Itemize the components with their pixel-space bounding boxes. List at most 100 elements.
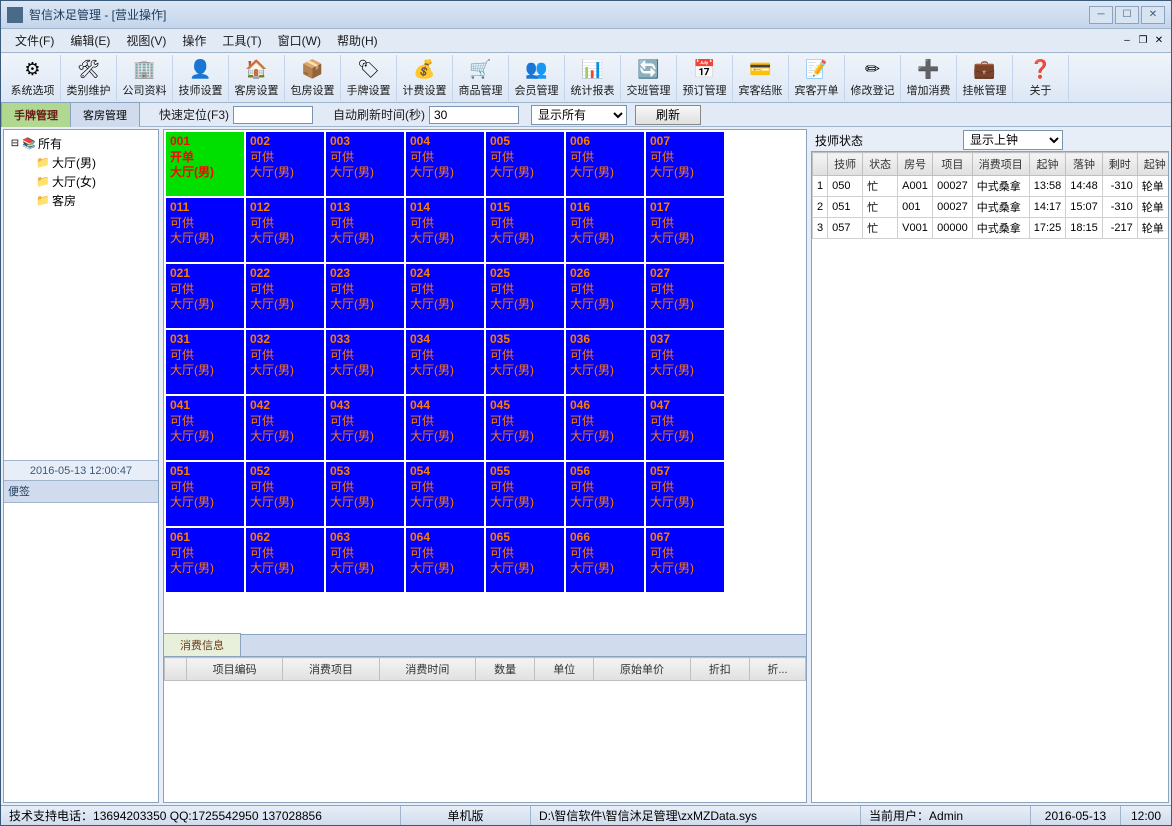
consume-col[interactable]: 原始单价 [594, 658, 690, 681]
tech-row[interactable]: 1050忙A00100027中式桑拿13:5814:48-310轮单 [813, 176, 1170, 197]
tech-row[interactable]: 2051忙00100027中式桑拿14:1715:07-310轮单 [813, 197, 1170, 218]
hand-card-024[interactable]: 024可供大厅(男) [406, 264, 484, 328]
tech-filter-select[interactable]: 显示上钟 [963, 130, 1063, 150]
menu-edit[interactable]: 编辑(E) [62, 30, 118, 51]
memo-area[interactable] [4, 502, 158, 802]
hand-card-001[interactable]: 001开单大厅(男) [166, 132, 244, 196]
toolbar-预订管理[interactable]: 📅预订管理 [677, 55, 733, 101]
toolbar-宾客开单[interactable]: 📝宾客开单 [789, 55, 845, 101]
refresh-button[interactable]: 刷新 [635, 105, 701, 125]
auto-refresh-input[interactable] [429, 106, 519, 124]
toolbar-商品管理[interactable]: 🛒商品管理 [453, 55, 509, 101]
consume-col[interactable]: 折扣 [690, 658, 749, 681]
menu-op[interactable]: 操作 [174, 30, 214, 51]
hand-card-051[interactable]: 051可供大厅(男) [166, 462, 244, 526]
toolbar-挂帐管理[interactable]: 💼挂帐管理 [957, 55, 1013, 101]
hand-card-026[interactable]: 026可供大厅(男) [566, 264, 644, 328]
hand-card-031[interactable]: 031可供大厅(男) [166, 330, 244, 394]
hand-card-027[interactable]: 027可供大厅(男) [646, 264, 724, 328]
hand-card-037[interactable]: 037可供大厅(男) [646, 330, 724, 394]
tab-room-manage[interactable]: 客房管理 [70, 102, 140, 127]
hand-card-053[interactable]: 053可供大厅(男) [326, 462, 404, 526]
tech-row[interactable]: 3057忙V00100000中式桑拿17:2518:15-217轮单 [813, 218, 1170, 239]
hand-card-004[interactable]: 004可供大厅(男) [406, 132, 484, 196]
consume-col[interactable]: 数量 [476, 658, 535, 681]
tree-root[interactable]: ⊟ 📚 所有 [8, 134, 154, 153]
hand-card-005[interactable]: 005可供大厅(男) [486, 132, 564, 196]
toolbar-关于[interactable]: ❓关于 [1013, 55, 1069, 101]
menu-tool[interactable]: 工具(T) [214, 30, 269, 51]
tech-col[interactable]: 状态 [863, 153, 898, 176]
hand-card-034[interactable]: 034可供大厅(男) [406, 330, 484, 394]
hand-card-002[interactable]: 002可供大厅(男) [246, 132, 324, 196]
card-grid-scroll[interactable]: 001开单大厅(男)002可供大厅(男)003可供大厅(男)004可供大厅(男)… [163, 129, 807, 635]
hand-card-022[interactable]: 022可供大厅(男) [246, 264, 324, 328]
hand-card-066[interactable]: 066可供大厅(男) [566, 528, 644, 592]
hand-card-006[interactable]: 006可供大厅(男) [566, 132, 644, 196]
hand-card-015[interactable]: 015可供大厅(男) [486, 198, 564, 262]
hand-card-013[interactable]: 013可供大厅(男) [326, 198, 404, 262]
tech-col[interactable]: 落钟 [1066, 153, 1103, 176]
consume-col[interactable]: 消费时间 [379, 658, 475, 681]
toolbar-交班管理[interactable]: 🔄交班管理 [621, 55, 677, 101]
toolbar-客房设置[interactable]: 🏠客房设置 [229, 55, 285, 101]
consume-col[interactable]: 单位 [535, 658, 594, 681]
hand-card-067[interactable]: 067可供大厅(男) [646, 528, 724, 592]
tech-col[interactable]: 起钟 [1137, 153, 1169, 176]
toolbar-技师设置[interactable]: 👤技师设置 [173, 55, 229, 101]
toolbar-包房设置[interactable]: 📦包房设置 [285, 55, 341, 101]
hand-card-023[interactable]: 023可供大厅(男) [326, 264, 404, 328]
consume-col[interactable]: 消费项目 [283, 658, 379, 681]
mdi-close-button[interactable]: ✕ [1151, 34, 1167, 48]
menu-view[interactable]: 视图(V) [118, 30, 174, 51]
tree-item[interactable]: 📁客房 [8, 191, 154, 210]
hand-card-052[interactable]: 052可供大厅(男) [246, 462, 324, 526]
hand-card-042[interactable]: 042可供大厅(男) [246, 396, 324, 460]
hand-card-047[interactable]: 047可供大厅(男) [646, 396, 724, 460]
hand-card-065[interactable]: 065可供大厅(男) [486, 528, 564, 592]
hand-card-057[interactable]: 057可供大厅(男) [646, 462, 724, 526]
tech-col[interactable]: 起钟 [1029, 153, 1066, 176]
toolbar-计费设置[interactable]: 💰计费设置 [397, 55, 453, 101]
hand-card-003[interactable]: 003可供大厅(男) [326, 132, 404, 196]
consume-col[interactable] [165, 658, 187, 681]
toolbar-宾客结账[interactable]: 💳宾客结账 [733, 55, 789, 101]
collapse-icon[interactable]: ⊟ [8, 138, 22, 149]
maximize-button[interactable]: ☐ [1115, 6, 1139, 24]
tech-col[interactable]: 剩时 [1102, 153, 1137, 176]
toolbar-系统选项[interactable]: ⚙系统选项 [5, 55, 61, 101]
hand-card-062[interactable]: 062可供大厅(男) [246, 528, 324, 592]
hand-card-032[interactable]: 032可供大厅(男) [246, 330, 324, 394]
hand-card-061[interactable]: 061可供大厅(男) [166, 528, 244, 592]
hand-card-054[interactable]: 054可供大厅(男) [406, 462, 484, 526]
tree-item[interactable]: 📁大厅(女) [8, 172, 154, 191]
tree-item[interactable]: 📁大厅(男) [8, 153, 154, 172]
hand-card-063[interactable]: 063可供大厅(男) [326, 528, 404, 592]
tech-col[interactable] [813, 153, 828, 176]
menu-file[interactable]: 文件(F) [7, 30, 62, 51]
toolbar-增加消费[interactable]: ➕增加消费 [901, 55, 957, 101]
hand-card-055[interactable]: 055可供大厅(男) [486, 462, 564, 526]
hand-card-017[interactable]: 017可供大厅(男) [646, 198, 724, 262]
consume-col[interactable]: 折... [749, 658, 805, 681]
hand-card-045[interactable]: 045可供大厅(男) [486, 396, 564, 460]
tech-col[interactable]: 消费项目 [972, 153, 1029, 176]
tab-consume-info[interactable]: 消费信息 [163, 633, 241, 656]
tech-col[interactable]: 房号 [898, 153, 933, 176]
close-button[interactable]: ✕ [1141, 6, 1165, 24]
hand-card-014[interactable]: 014可供大厅(男) [406, 198, 484, 262]
menu-window[interactable]: 窗口(W) [270, 30, 329, 51]
hand-card-044[interactable]: 044可供大厅(男) [406, 396, 484, 460]
toolbar-手牌设置[interactable]: 🏷手牌设置 [341, 55, 397, 101]
hand-card-064[interactable]: 064可供大厅(男) [406, 528, 484, 592]
hand-card-011[interactable]: 011可供大厅(男) [166, 198, 244, 262]
quick-locate-input[interactable] [233, 106, 313, 124]
toolbar-修改登记[interactable]: ✏修改登记 [845, 55, 901, 101]
hand-card-033[interactable]: 033可供大厅(男) [326, 330, 404, 394]
minimize-button[interactable]: ─ [1089, 6, 1113, 24]
hand-card-056[interactable]: 056可供大厅(男) [566, 462, 644, 526]
consume-col[interactable]: 项目编码 [186, 658, 282, 681]
toolbar-会员管理[interactable]: 👥会员管理 [509, 55, 565, 101]
hand-card-035[interactable]: 035可供大厅(男) [486, 330, 564, 394]
toolbar-公司资料[interactable]: 🏢公司资料 [117, 55, 173, 101]
